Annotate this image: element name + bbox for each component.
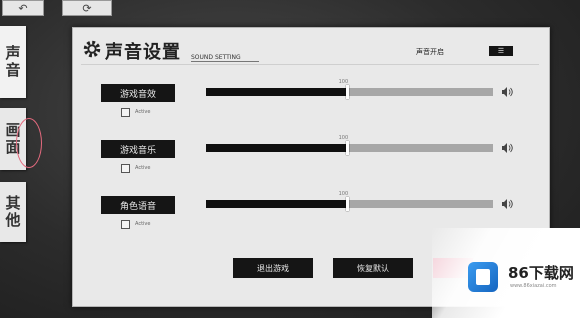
tab-other[interactable]: 其他 <box>0 182 26 242</box>
voice-label: 角色语音 <box>101 196 175 214</box>
slider-handle[interactable] <box>345 141 349 155</box>
sfx-checkbox-text: Active <box>135 109 151 115</box>
sfx-checkbox[interactable] <box>121 108 130 117</box>
watermark-url: www.86xiazai.com <box>510 283 557 289</box>
divider <box>81 64 539 65</box>
sfx-value: 100 <box>338 79 349 85</box>
tab-other-label: 其他 <box>3 195 22 229</box>
reset-default-button[interactable]: 恢复默认 <box>333 258 413 278</box>
sfx-slider[interactable] <box>206 85 493 99</box>
slider-fill <box>206 200 347 208</box>
menu-icon: ☰ <box>497 47 505 55</box>
slider-fill <box>206 144 347 152</box>
page-title: 声音设置 <box>105 42 181 63</box>
speaker-icon[interactable] <box>501 142 513 154</box>
watermark-logo <box>468 262 498 292</box>
voice-value: 100 <box>338 191 349 197</box>
refresh-icon: ⟳ <box>82 1 92 15</box>
back-button[interactable]: ↶ <box>2 0 44 16</box>
tab-highlight-ring <box>16 118 42 168</box>
music-label: 游戏音乐 <box>101 140 175 158</box>
music-checkbox[interactable] <box>121 164 130 173</box>
slider-handle[interactable] <box>345 197 349 211</box>
exit-game-button[interactable]: 退出游戏 <box>233 258 313 278</box>
page-subtitle: SOUND SETTING <box>191 54 259 62</box>
speaker-icon[interactable] <box>501 198 513 210</box>
sound-on-label: 声音开启 <box>416 48 444 56</box>
watermark-brand: 86下载网 <box>508 264 574 282</box>
sound-toggle[interactable]: ☰ <box>489 46 513 56</box>
slider-fill <box>206 88 347 96</box>
voice-checkbox-text: Active <box>135 221 151 227</box>
music-slider[interactable] <box>206 141 493 155</box>
music-value: 100 <box>338 135 349 141</box>
gear-icon <box>83 40 101 58</box>
tab-sound-label: 声音 <box>3 45 22 79</box>
voice-checkbox[interactable] <box>121 220 130 229</box>
sfx-label: 游戏音效 <box>101 84 175 102</box>
music-checkbox-text: Active <box>135 165 151 171</box>
back-arrow-icon: ↶ <box>18 1 28 15</box>
slider-handle[interactable] <box>345 85 349 99</box>
tab-sound[interactable]: 声音 <box>0 26 26 98</box>
refresh-button[interactable]: ⟳ <box>62 0 112 16</box>
speaker-icon[interactable] <box>501 86 513 98</box>
voice-slider[interactable] <box>206 197 493 211</box>
